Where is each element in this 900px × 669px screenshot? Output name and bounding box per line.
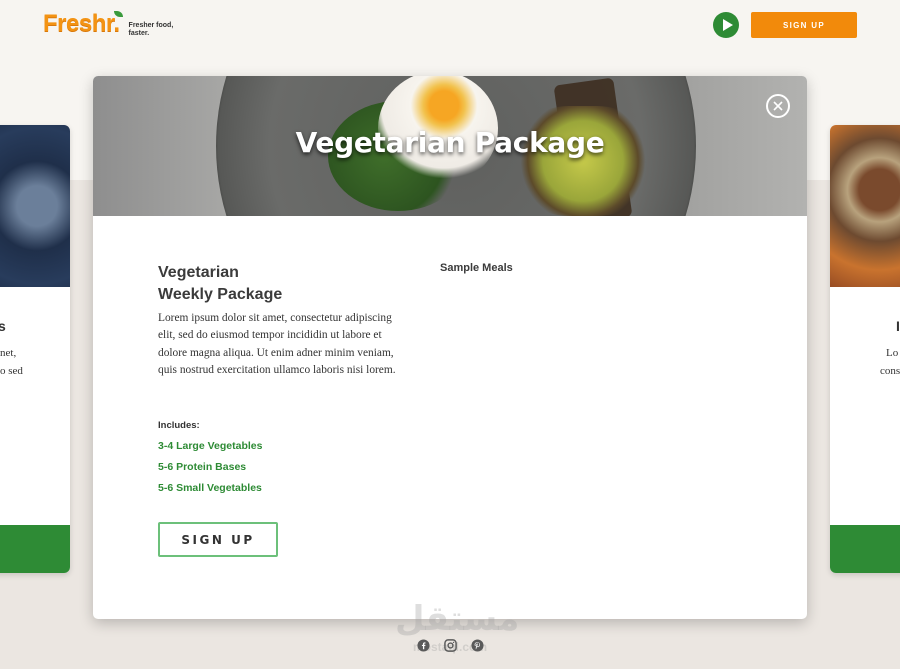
- modal-title: Vegetarian Package: [295, 126, 605, 159]
- modal-hero-image: Vegetarian Package: [93, 76, 807, 216]
- includes-list: 3-4 Large Vegetables 5-6 Protein Bases 5…: [158, 439, 262, 502]
- package-title-line-2: Weekly Package: [158, 286, 283, 303]
- package-card-right-text-2: cons: [880, 365, 900, 377]
- package-card-right-image: [830, 125, 900, 287]
- package-card-left-text-2: o sed: [0, 365, 23, 377]
- list-item: 3-4 Large Vegetables: [158, 440, 263, 452]
- package-card-right-heading: I: [896, 318, 900, 334]
- package-card-right-button-bar[interactable]: [830, 525, 900, 573]
- package-card-left-image: [0, 125, 70, 287]
- package-title: Vegetarian Weekly Package: [158, 262, 358, 306]
- instagram-icon[interactable]: [444, 639, 457, 652]
- includes-label: Includes:: [158, 420, 200, 431]
- package-card-right-text-1: Lo: [886, 347, 899, 359]
- sample-meals-heading: Sample Meals: [440, 262, 513, 274]
- logo-wordmark: Freshr.: [43, 10, 120, 37]
- package-card-left-text-1: net,: [0, 347, 17, 359]
- close-icon: [773, 101, 783, 111]
- package-description: Lorem ipsum dolor sit amet, consectetur …: [158, 312, 396, 377]
- site-header: Freshr. Fresher food, faster. SIGN UP: [0, 0, 900, 56]
- package-card-left-heading: s: [0, 318, 6, 334]
- list-item: 5-6 Protein Bases: [158, 461, 247, 473]
- header-signup-button[interactable]: SIGN UP: [751, 12, 857, 38]
- pinterest-icon[interactable]: [471, 639, 484, 652]
- package-modal: Vegetarian Package Vegetarian Weekly Pac…: [93, 76, 807, 619]
- watermark: مستقل: [395, 599, 520, 639]
- modal-close-button[interactable]: [766, 94, 790, 118]
- play-icon: [722, 19, 733, 31]
- logo-tagline: Fresher food, faster.: [128, 22, 174, 37]
- social-links: [417, 639, 484, 652]
- package-card-left-button-bar[interactable]: [0, 525, 70, 573]
- facebook-icon[interactable]: [417, 639, 430, 652]
- freshr-logo[interactable]: Freshr. Fresher food, faster.: [43, 10, 175, 38]
- play-video-button[interactable]: [713, 12, 739, 38]
- package-title-line-1: Vegetarian: [158, 264, 239, 281]
- list-item: 5-6 Small Vegetables: [158, 482, 262, 494]
- hero-avocado: [513, 106, 653, 216]
- modal-signup-button[interactable]: SIGN UP: [158, 522, 278, 557]
